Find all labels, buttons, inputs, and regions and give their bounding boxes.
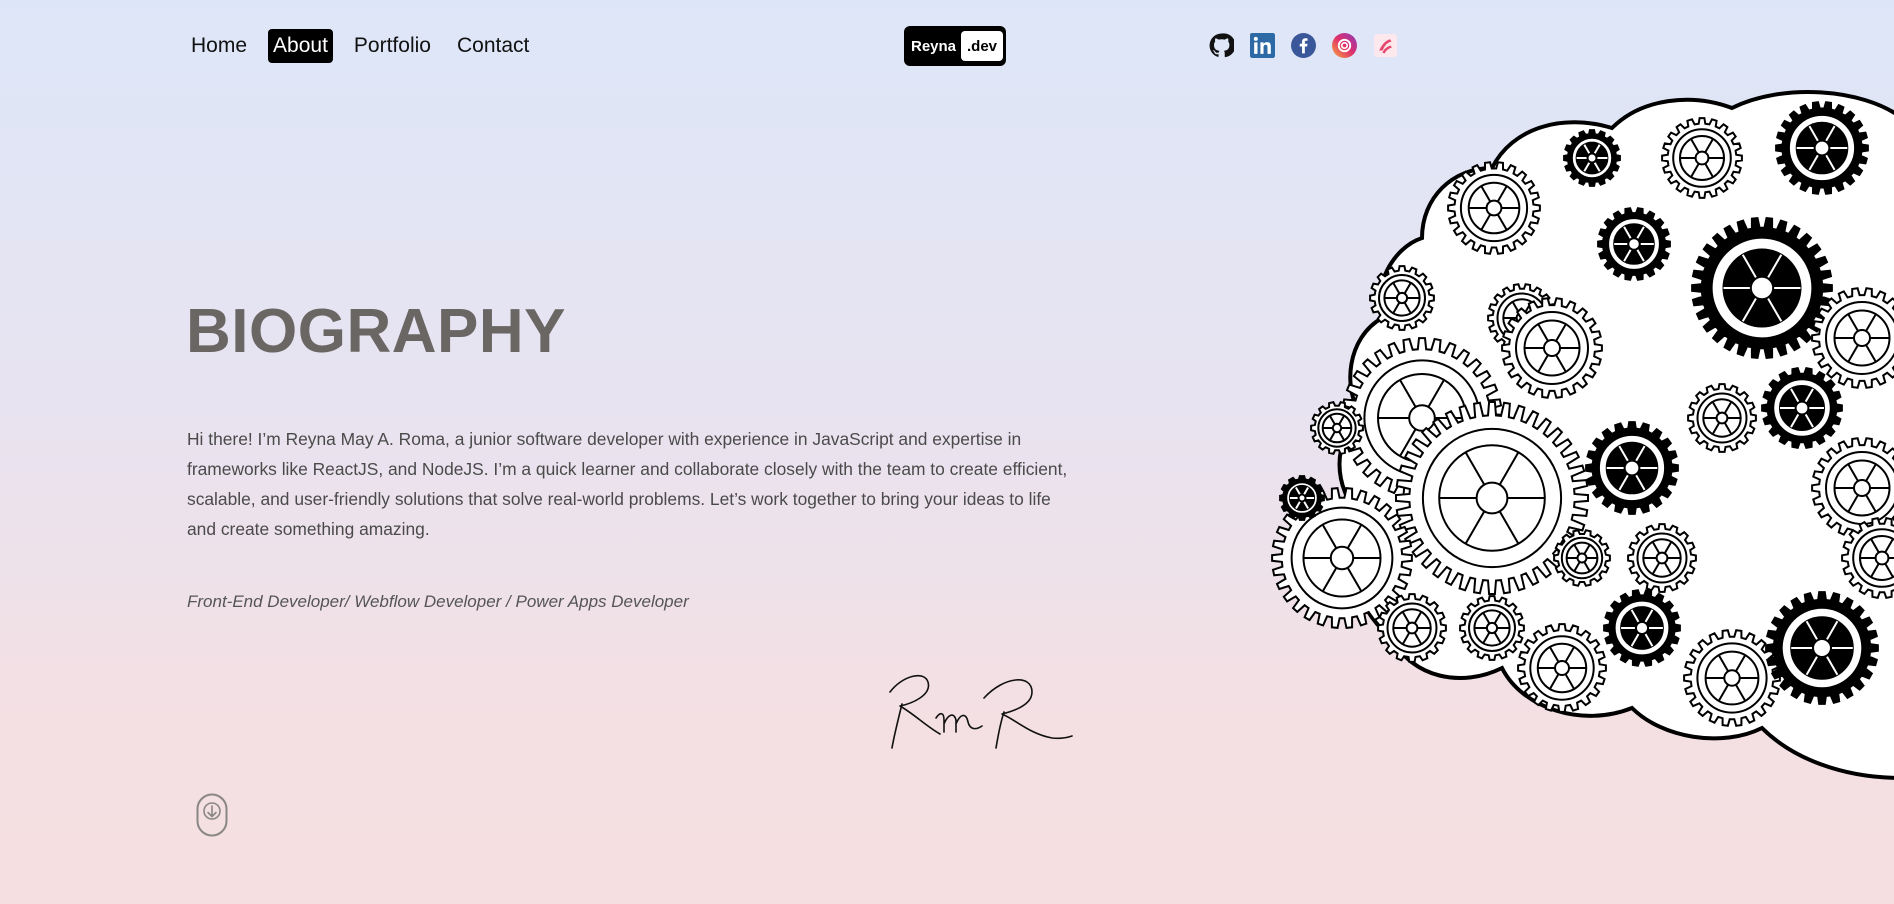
nav-contact[interactable]: Contact <box>452 29 534 63</box>
instagram-icon[interactable] <box>1332 33 1357 58</box>
social-links <box>1209 33 1398 58</box>
github-icon[interactable] <box>1209 33 1236 58</box>
nav-portfolio[interactable]: Portfolio <box>349 29 436 63</box>
dribbble-icon[interactable] <box>1373 33 1398 58</box>
main-nav: Home About Portfolio Contact <box>186 27 534 65</box>
logo-suffix: .dev <box>961 31 1003 61</box>
signature <box>889 674 1073 749</box>
site-logo[interactable]: Reyna .dev <box>904 26 1006 66</box>
nav-about[interactable]: About <box>268 29 333 63</box>
linkedin-icon[interactable] <box>1250 33 1275 58</box>
roles-text: Front-End Developer/ Webflow Developer /… <box>187 592 689 611</box>
bio-text: Hi there! I’m Reyna May A. Roma, a junio… <box>187 429 1068 539</box>
page-title: BIOGRAPHY <box>186 297 566 366</box>
facebook-icon[interactable] <box>1291 33 1316 58</box>
scroll-down-icon[interactable] <box>196 793 228 837</box>
nav-home[interactable]: Home <box>186 29 252 63</box>
gear-brain-illustration <box>1271 89 1894 780</box>
logo-name: Reyna <box>911 37 957 55</box>
